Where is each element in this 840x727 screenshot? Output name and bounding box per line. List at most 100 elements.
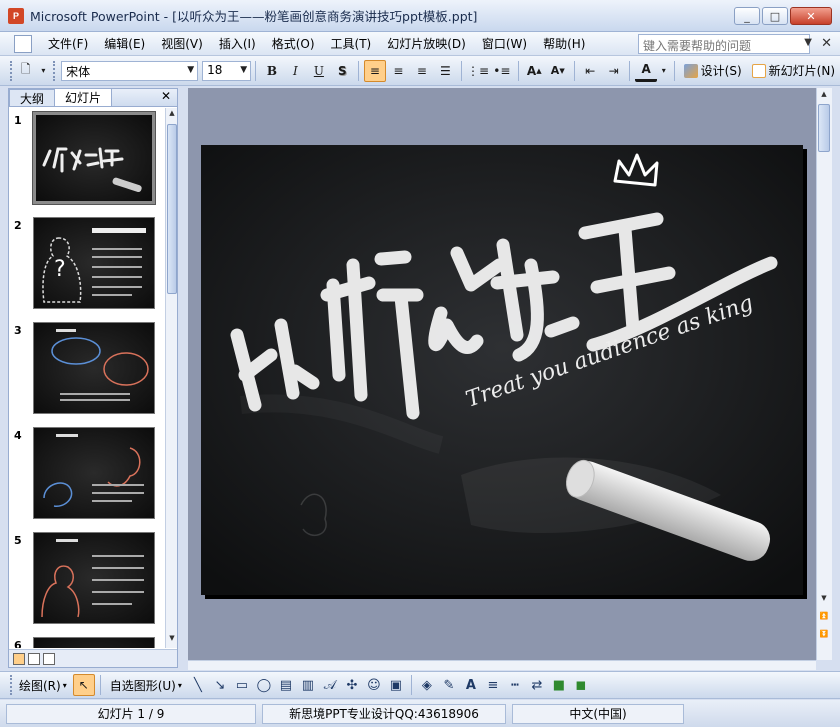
menu-edit[interactable]: 编辑(E) xyxy=(96,35,153,52)
design-button[interactable]: 设计(S) xyxy=(679,60,747,82)
menu-tools[interactable]: 工具(T) xyxy=(323,35,380,52)
3d-style-icon[interactable]: ◼ xyxy=(573,677,589,693)
window-title: Microsoft PowerPoint - [以听众为王——粉笔画创意商务演讲… xyxy=(30,9,478,24)
diagram-icon[interactable]: ✣ xyxy=(344,677,360,693)
slide-sorter-icon[interactable] xyxy=(28,652,40,665)
help-search-input[interactable]: 键入需要帮助的问题 xyxy=(638,34,810,54)
justify-icon[interactable]: ☰ xyxy=(435,60,456,82)
slide-thumbnail[interactable] xyxy=(33,532,155,624)
align-center-icon[interactable]: ≡ xyxy=(388,60,409,82)
oval-icon[interactable]: ◯ xyxy=(256,677,272,693)
help-dropdown-icon[interactable]: ▼ xyxy=(804,37,812,48)
list-item[interactable]: 4 xyxy=(9,423,163,523)
slide-thumbnail[interactable]: ? xyxy=(33,217,155,309)
slide-thumbnail[interactable] xyxy=(33,322,155,414)
new-slide-button[interactable]: 新幻灯片(N) xyxy=(747,60,840,82)
toolbar-options-icon[interactable]: ▾ xyxy=(38,60,48,82)
slideshow-icon[interactable] xyxy=(43,652,55,665)
menu-insert[interactable]: 插入(I) xyxy=(211,35,264,52)
font-name-select[interactable]: 宋体 ▼ xyxy=(61,60,199,81)
slide-thumbnail[interactable] xyxy=(33,637,155,648)
arrow-style-icon[interactable]: ⇄ xyxy=(529,677,545,693)
line-color-icon[interactable]: ✎ xyxy=(441,677,457,693)
powerpoint-app-icon[interactable]: P xyxy=(8,7,24,24)
vertical-textbox-icon[interactable]: ▥ xyxy=(300,677,316,693)
scrollbar-thumb[interactable] xyxy=(167,124,177,294)
list-item[interactable]: 6 xyxy=(9,633,163,648)
dash-style-icon[interactable]: ┅ xyxy=(507,677,523,693)
slide-thumbnail[interactable] xyxy=(33,427,155,519)
scroll-down-icon[interactable]: ▼ xyxy=(167,634,177,646)
list-item[interactable]: 1 xyxy=(9,108,163,208)
fill-color-icon[interactable]: ◈ xyxy=(419,677,435,693)
menu-window[interactable]: 窗口(W) xyxy=(474,35,535,52)
current-slide[interactable]: Treat you audience as king xyxy=(201,145,803,595)
toolbar-grip[interactable] xyxy=(10,60,14,81)
toolbar-grip-2[interactable] xyxy=(53,60,57,81)
list-item[interactable]: 5 xyxy=(9,528,163,628)
wordart-icon[interactable]: 𝒜 xyxy=(322,677,338,693)
menu-format[interactable]: 格式(O) xyxy=(264,35,323,52)
minimize-button[interactable]: _ xyxy=(734,7,760,25)
slide-horizontal-scrollbar[interactable] xyxy=(188,660,816,670)
new-document-icon[interactable]: 🗋 xyxy=(15,60,36,82)
language-indicator: 中文(中国) xyxy=(512,703,684,724)
close-icon[interactable]: ✕ xyxy=(161,89,171,103)
menu-help[interactable]: 帮助(H) xyxy=(535,35,593,52)
slide-editing-area[interactable]: Treat you audience as king xyxy=(188,88,816,660)
design-template-name[interactable]: 新思境PPT专业设计QQ:43618906 xyxy=(262,703,506,724)
scrollbar-thumb[interactable] xyxy=(818,104,830,152)
decrease-indent-icon[interactable]: ⇤ xyxy=(579,60,600,82)
normal-view-icon[interactable] xyxy=(13,652,25,665)
bold-button[interactable]: B xyxy=(261,60,282,82)
list-item[interactable]: 2 ? xyxy=(9,213,163,313)
maximize-button[interactable]: □ xyxy=(762,7,788,25)
slide-thumbnail[interactable] xyxy=(32,111,156,205)
menu-file[interactable]: 文件(F) xyxy=(40,35,96,52)
tab-outline[interactable]: 大纲 xyxy=(9,89,56,106)
line-icon[interactable]: ╲ xyxy=(190,677,206,693)
scroll-down-icon[interactable]: ▼ xyxy=(818,594,830,606)
slide-counter: 幻灯片 1 / 9 xyxy=(6,703,256,724)
clipart-icon[interactable]: ☺ xyxy=(366,677,382,693)
slide-vertical-scrollbar[interactable]: ▲ ▼ ⏫ ⏬ xyxy=(816,88,832,660)
document-close-icon[interactable]: ✕ xyxy=(821,36,832,51)
chevron-down-icon[interactable]: ▼ xyxy=(240,65,247,75)
select-objects-icon[interactable]: ↖ xyxy=(72,674,95,696)
shadow-style-icon[interactable]: ■ xyxy=(551,677,567,693)
close-button[interactable]: ✕ xyxy=(790,7,832,25)
font-color-icon[interactable]: A xyxy=(635,60,657,82)
scroll-up-icon[interactable]: ▲ xyxy=(818,90,830,102)
textbox-icon[interactable]: ▤ xyxy=(278,677,294,693)
font-size-select[interactable]: 18 ▼ xyxy=(202,60,252,81)
scroll-up-icon[interactable]: ▲ xyxy=(167,109,177,121)
thumbnails-scrollbar[interactable]: ▲ ▼ xyxy=(165,108,177,648)
line-style-icon[interactable]: ≡ xyxy=(485,677,501,693)
numbered-list-icon[interactable]: ⋮≡ xyxy=(467,60,489,82)
autoshapes-button[interactable]: 自选图形(U) ▾ xyxy=(105,674,187,696)
previous-slide-icon[interactable]: ⏫ xyxy=(818,612,830,624)
document-icon[interactable] xyxy=(14,34,32,53)
menu-view[interactable]: 视图(V) xyxy=(153,35,211,52)
bulleted-list-icon[interactable]: •≡ xyxy=(491,60,512,82)
list-item[interactable]: 3 xyxy=(9,318,163,418)
next-slide-icon[interactable]: ⏬ xyxy=(818,630,830,642)
shadow-button[interactable]: S xyxy=(332,60,353,82)
picture-icon[interactable]: ▣ xyxy=(388,677,404,693)
align-left-icon[interactable]: ≡ xyxy=(364,59,386,82)
underline-button[interactable]: U xyxy=(308,60,329,82)
increase-font-icon[interactable]: A ▲ xyxy=(524,60,545,82)
font-color-icon[interactable]: A xyxy=(463,677,479,693)
increase-indent-icon[interactable]: ⇥ xyxy=(603,60,624,82)
menu-slideshow[interactable]: 幻灯片放映(D) xyxy=(379,35,474,52)
chevron-down-icon[interactable]: ▼ xyxy=(187,65,194,75)
italic-button[interactable]: I xyxy=(285,60,306,82)
rectangle-icon[interactable]: ▭ xyxy=(234,677,250,693)
arrow-icon[interactable]: ↘ xyxy=(212,677,228,693)
font-color-dropdown-icon[interactable]: ▾ xyxy=(659,60,669,82)
decrease-font-icon[interactable]: A ▼ xyxy=(547,60,568,82)
chevron-down-icon: ▾ xyxy=(177,680,182,690)
align-right-icon[interactable]: ≡ xyxy=(411,60,432,82)
draw-menu-button[interactable]: 绘图(R) ▾ xyxy=(14,674,72,696)
tab-slides[interactable]: 幻灯片 xyxy=(54,88,113,106)
